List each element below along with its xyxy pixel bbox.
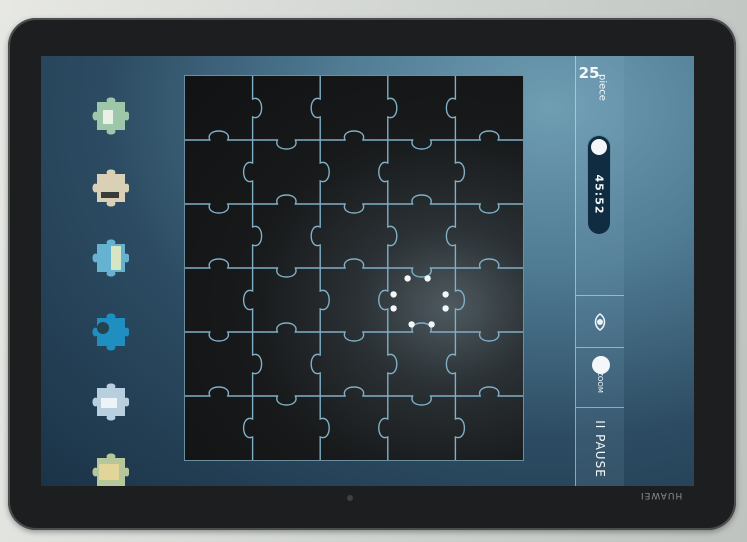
device-brand: HUAWEI bbox=[640, 490, 683, 500]
timer-knob bbox=[591, 139, 607, 155]
timer: 45:52 bbox=[588, 136, 610, 234]
hint-dot bbox=[424, 275, 431, 282]
piece-label: piece bbox=[596, 74, 608, 101]
hint-dot bbox=[408, 321, 415, 328]
game-screen: 25 piece 45:52 ZOOM II PAUSE bbox=[41, 56, 694, 486]
preview-button[interactable] bbox=[576, 295, 624, 348]
grid-row-line bbox=[185, 258, 523, 278]
eye-icon bbox=[594, 313, 606, 331]
grid-row-line bbox=[185, 130, 523, 150]
pause-label: II PAUSE bbox=[593, 420, 607, 478]
zoom-label: ZOOM bbox=[596, 371, 604, 393]
tray-piece-4[interactable] bbox=[89, 312, 129, 352]
hint-dot bbox=[404, 275, 411, 282]
tray-piece-3[interactable] bbox=[89, 238, 129, 278]
grid-row-line bbox=[185, 194, 523, 214]
hint-dot bbox=[390, 291, 397, 298]
front-camera bbox=[347, 495, 353, 501]
puzzle-grid bbox=[185, 76, 523, 460]
control-panel: 25 piece 45:52 ZOOM II PAUSE bbox=[575, 56, 624, 486]
tray-piece-6[interactable] bbox=[89, 452, 129, 486]
hint-dot bbox=[390, 305, 397, 312]
tray-piece-1[interactable] bbox=[89, 96, 129, 136]
zoom-button[interactable]: ZOOM bbox=[576, 347, 624, 408]
grid-row-line bbox=[185, 322, 523, 342]
tray-piece-5[interactable] bbox=[89, 382, 129, 422]
pause-button[interactable]: II PAUSE bbox=[576, 407, 624, 486]
hint-dot bbox=[428, 321, 435, 328]
timer-text: 45:52 bbox=[592, 174, 606, 215]
puzzle-board[interactable] bbox=[185, 76, 523, 460]
tray-piece-2[interactable] bbox=[89, 168, 129, 208]
hint-dot bbox=[442, 305, 449, 312]
grid-row-line bbox=[185, 386, 523, 406]
piece-tray[interactable] bbox=[41, 56, 161, 486]
hint-dot bbox=[442, 291, 449, 298]
